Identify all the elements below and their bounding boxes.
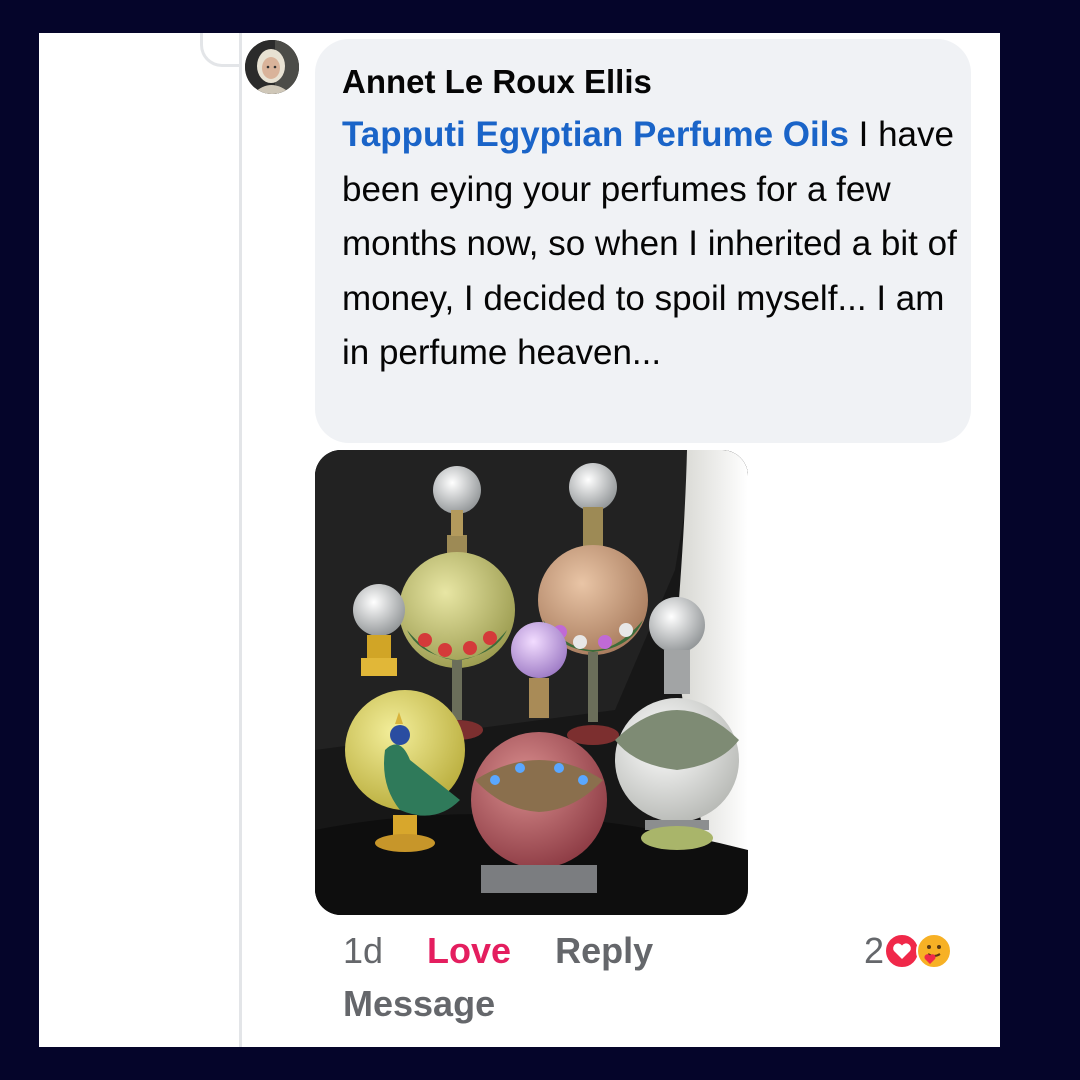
comment-text: Tapputi Egyptian Perfume Oils I have bee… <box>342 108 957 381</box>
thread-line <box>239 33 242 1047</box>
comment-actions: 1d Love Reply <box>343 926 653 976</box>
care-reaction-icon <box>916 933 953 969</box>
reaction-count: 2 <box>864 930 885 971</box>
reply-button[interactable]: Reply <box>555 930 653 971</box>
comment-card: Annet Le Roux Ellis Tapputi Egyptian Per… <box>39 33 1000 1047</box>
mention-link[interactable]: Tapputi Egyptian Perfume Oils <box>342 115 849 154</box>
comment-timestamp[interactable]: 1d <box>343 930 383 971</box>
avatar-photo <box>245 40 299 94</box>
perfume-bottles-image <box>315 450 748 915</box>
love-button[interactable]: Love <box>427 930 511 971</box>
thread-connector <box>200 33 240 67</box>
reaction-summary[interactable]: 2 <box>864 926 953 976</box>
love-reaction-icon <box>884 933 921 969</box>
message-button[interactable]: Message <box>343 979 495 1029</box>
comment-bubble: Annet Le Roux Ellis Tapputi Egyptian Per… <box>315 39 971 443</box>
comment-author[interactable]: Annet Le Roux Ellis <box>342 63 652 101</box>
attached-photo[interactable] <box>315 450 748 915</box>
avatar[interactable] <box>245 40 299 94</box>
